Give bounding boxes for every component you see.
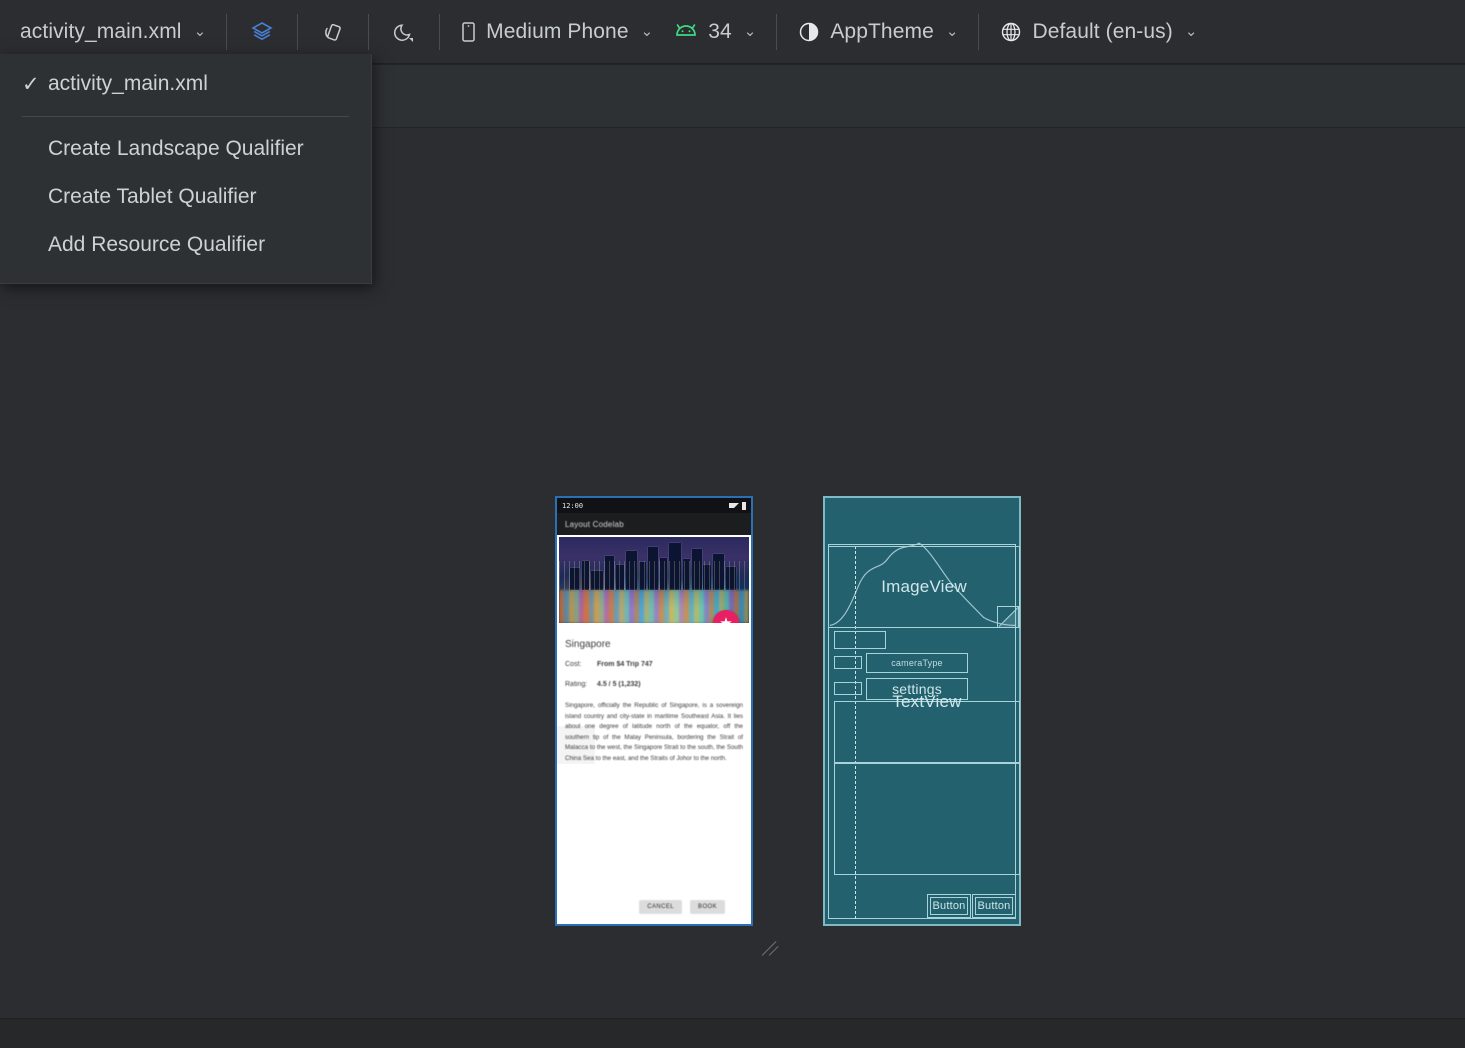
device-preview[interactable]: 12:00 Layout Codelab [555, 496, 753, 926]
night-mode-button[interactable] [379, 9, 429, 55]
toolbar-separator [226, 14, 227, 50]
rotate-device-icon [321, 20, 345, 44]
blueprint-preview[interactable]: ImageView cameraType settings TextView B… [823, 496, 1021, 926]
blueprint-button-1-inner [930, 897, 968, 915]
preview-cancel-button[interactable]: CANCEL [639, 900, 682, 914]
toolbar-separator [776, 14, 777, 50]
preview-info-label: Rating: [565, 681, 591, 688]
signal-icon [729, 503, 739, 508]
locale-selector[interactable]: Default (en-us) ⌄ [989, 10, 1207, 54]
blueprint-button-1[interactable]: Button [927, 894, 971, 918]
preview-resize-handle[interactable] [760, 934, 784, 958]
blueprint-button-2[interactable]: Button [972, 894, 1016, 918]
menu-item-add-resource-qualifier[interactable]: Add Resource Qualifier [0, 221, 371, 269]
blueprint-imageview-label: ImageView [881, 577, 967, 597]
chevron-down-icon: ⌄ [641, 24, 654, 39]
preview-book-button[interactable]: BOOK [690, 900, 725, 914]
orientation-button[interactable] [308, 9, 358, 55]
api-level-label: 34 [708, 20, 732, 44]
phone-icon [460, 20, 477, 44]
preview-info-row: Cost: From $4 Trip 747 [565, 661, 743, 668]
file-variant-selector[interactable]: activity_main.xml ⌄ [0, 10, 216, 54]
preview-button-row: CANCEL BOOK [557, 900, 751, 914]
chevron-down-icon: ⌄ [744, 24, 757, 39]
preview-content: Singapore Cost: From $4 Trip 747 Rating:… [557, 623, 751, 764]
layers-icon [250, 20, 274, 44]
blueprint-textview[interactable]: TextView [834, 701, 1020, 763]
menu-item-label: Create Landscape Qualifier [48, 137, 304, 161]
theme-contrast-icon [797, 20, 821, 44]
menu-item-create-tablet-qualifier[interactable]: Create Tablet Qualifier [0, 173, 371, 221]
app-bar-title: Layout Codelab [565, 520, 624, 529]
app-bar: Layout Codelab [557, 513, 751, 535]
status-icons [729, 502, 746, 510]
device-status-bar: 12:00 [557, 498, 751, 513]
preview-info-value: 4.5 / 5 (1,232) [597, 681, 641, 688]
battery-icon [742, 502, 746, 510]
star-icon: ★ [719, 616, 732, 624]
chevron-down-icon: ⌄ [946, 24, 959, 39]
device-label: Medium Phone [486, 20, 628, 44]
preview-paragraph: Singapore, officially the Republic of Si… [565, 701, 743, 764]
toolbar-separator [297, 14, 298, 50]
menu-item-create-landscape-qualifier[interactable]: Create Landscape Qualifier [0, 125, 371, 173]
menu-separator [22, 116, 349, 117]
blueprint-small-view-2[interactable] [834, 656, 862, 669]
device-selector[interactable]: Medium Phone ⌄ [450, 10, 663, 54]
blueprint-cameratype[interactable]: cameraType [866, 653, 968, 673]
locale-label: Default (en-us) [1032, 20, 1172, 44]
file-variant-label: activity_main.xml [20, 20, 182, 44]
night-mode-icon [392, 20, 416, 44]
blueprint-small-view-1[interactable] [834, 631, 886, 649]
preview-info-value: From $4 Trip 747 [597, 661, 653, 668]
bottom-status-strip [0, 1018, 1465, 1048]
image-placeholder-icon [997, 606, 1019, 628]
api-level-selector[interactable]: 34 ⌄ [663, 10, 766, 54]
blueprint-textview-label: TextView [892, 692, 961, 712]
hero-image: ★ [559, 537, 749, 623]
menu-item-label: Add Resource Qualifier [48, 233, 265, 257]
menu-item-label: activity_main.xml [48, 72, 208, 96]
chevron-down-icon: ⌄ [1185, 24, 1198, 39]
theme-selector[interactable]: AppTheme ⌄ [787, 10, 968, 54]
menu-item-label: Create Tablet Qualifier [48, 185, 257, 209]
blueprint-content-container[interactable] [834, 763, 1020, 875]
toolbar-separator [368, 14, 369, 50]
toolbar-separator [439, 14, 440, 50]
file-variant-menu[interactable]: ✓ activity_main.xml Create Landscape Qua… [0, 54, 372, 284]
preview-info-label: Cost: [565, 661, 591, 668]
blueprint-button-2-inner [975, 897, 1013, 915]
design-mode-button[interactable] [237, 9, 287, 55]
preview-title: Singapore [565, 639, 743, 650]
toolbar-separator [978, 14, 979, 50]
status-time: 12:00 [562, 502, 583, 510]
chevron-down-icon: ⌄ [194, 24, 207, 39]
android-icon [673, 20, 699, 44]
blueprint-imageview[interactable]: ImageView [828, 546, 1020, 628]
check-icon: ✓ [22, 72, 48, 97]
menu-item-activity-main[interactable]: ✓ activity_main.xml [0, 60, 371, 108]
preview-info-row: Rating: 4.5 / 5 (1,232) [565, 681, 743, 688]
blueprint-small-view-3[interactable] [834, 682, 862, 695]
theme-label: AppTheme [830, 20, 934, 44]
globe-icon [999, 20, 1023, 44]
blueprint-cameratype-label: cameraType [891, 658, 943, 668]
